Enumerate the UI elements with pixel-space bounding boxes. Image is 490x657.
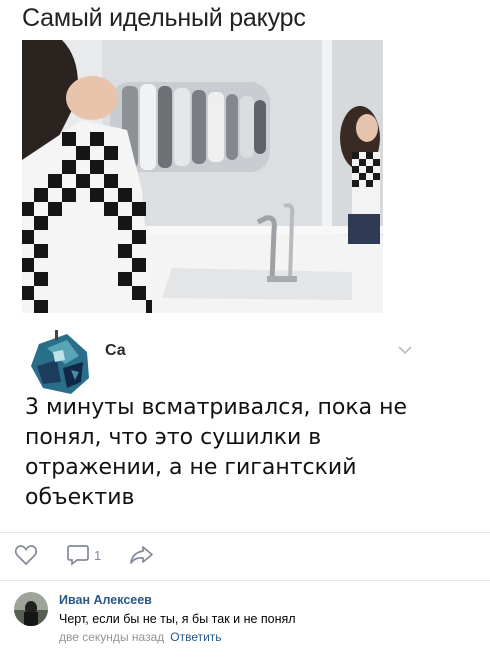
comment-icon bbox=[67, 545, 89, 566]
comment-meta: две секунды назад Ответить bbox=[59, 630, 222, 644]
like-button[interactable] bbox=[14, 544, 38, 566]
comment-text: Черт, если бы не ты, я бы так и не понял bbox=[59, 612, 296, 626]
post-author[interactable]: Са bbox=[105, 342, 126, 360]
post-text: 3 минуты всматривался, пока не понял, чт… bbox=[25, 395, 408, 510]
comment-author[interactable]: Иван Алексеев bbox=[59, 593, 152, 607]
comment-time[interactable]: две секунды назад bbox=[59, 630, 164, 644]
post-title: Самый идельный ракурс bbox=[22, 4, 306, 32]
comment-button[interactable]: 1 bbox=[66, 544, 101, 566]
divider bbox=[0, 580, 490, 581]
reply-button[interactable]: Ответить bbox=[170, 630, 221, 644]
post-actions: 1 bbox=[0, 540, 490, 574]
divider bbox=[0, 532, 490, 533]
post-photo[interactable] bbox=[22, 40, 383, 313]
share-arrow-icon bbox=[130, 546, 153, 564]
heart-icon bbox=[14, 545, 38, 566]
share-button[interactable] bbox=[129, 544, 155, 566]
avatar[interactable] bbox=[27, 330, 93, 396]
comment-count: 1 bbox=[94, 547, 102, 563]
chevron-down-icon[interactable] bbox=[396, 343, 414, 355]
avatar[interactable] bbox=[14, 592, 48, 626]
